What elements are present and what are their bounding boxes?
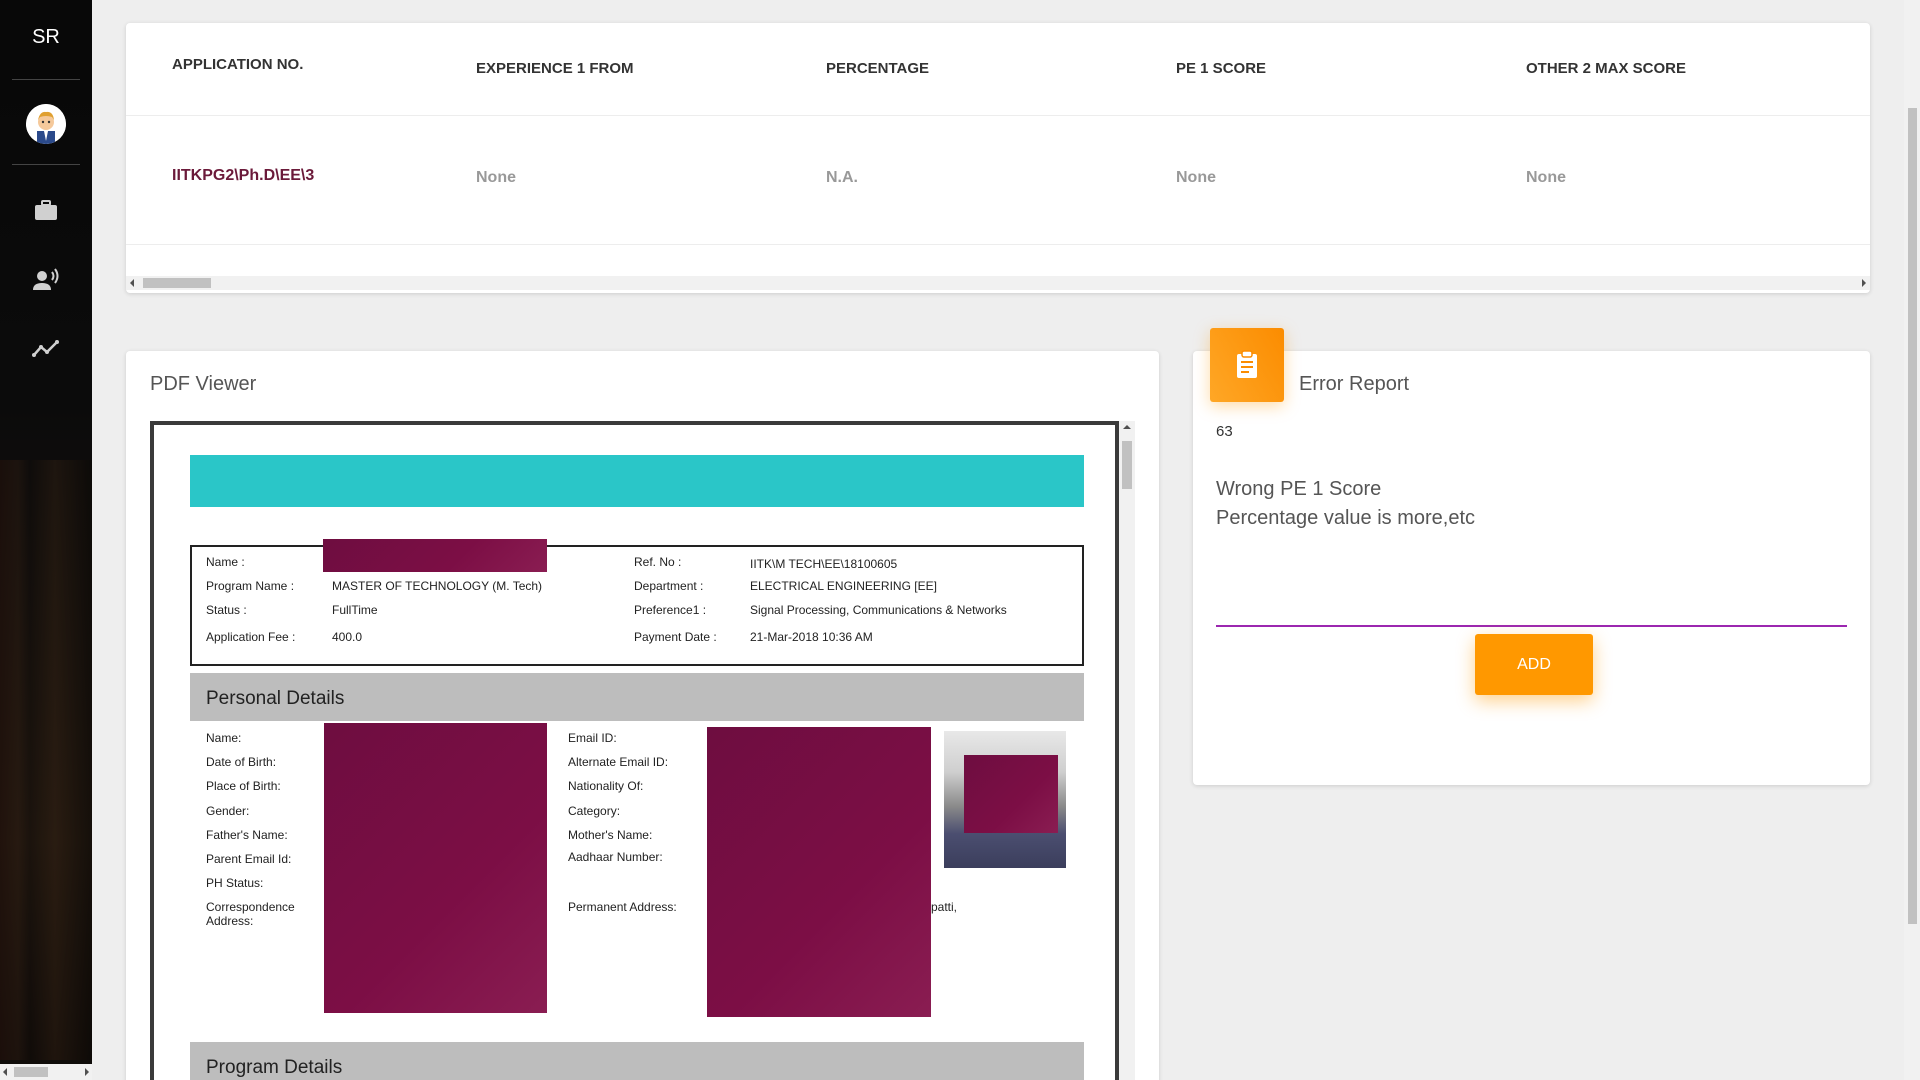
scroll-right-arrow-icon[interactable] (1862, 279, 1866, 287)
personal-label: Alternate Email ID: (568, 755, 669, 769)
error-report-card: Error Report 63 Wrong PE 1 Score Percent… (1193, 328, 1870, 785)
info-dept-label: Department : (634, 579, 704, 593)
personal-label: Nationality Of: (568, 779, 644, 793)
scroll-left-arrow-icon[interactable] (130, 279, 134, 287)
redaction-block (707, 727, 931, 1017)
header-other2-max-score: OTHER 2 MAX SCORE (1526, 60, 1687, 77)
pdf-viewer-title: PDF Viewer (150, 373, 257, 395)
personal-label: Name: (206, 731, 242, 745)
sidebar-scrollbar[interactable] (0, 1064, 92, 1080)
personal-label: Correspondence Address: (206, 900, 295, 928)
cell-percentage: N.A. (826, 169, 858, 186)
info-pref-value: Signal Processing, Communications & Netw… (750, 603, 1007, 617)
cell-other2-max-score: None (1526, 169, 1566, 186)
table-horizontal-scrollbar[interactable] (126, 276, 1870, 290)
info-name-label: Name : (206, 555, 245, 569)
cell-application-no[interactable]: IITKPG2\Ph.D\EE\3 (172, 167, 314, 185)
personal-label: Email ID: (568, 731, 617, 745)
pdf-viewer-card: PDF Viewer Name : Program Name : MASTER … (126, 351, 1159, 1080)
personal-label: Mother's Name: (568, 828, 653, 842)
redaction-block (324, 723, 547, 1013)
section-heading: Personal Details (206, 688, 345, 709)
info-program-label: Program Name : (206, 579, 295, 593)
permanent-address-fragment: patti, (931, 900, 958, 914)
header-experience-1-from: EXPERIENCE 1 FROM (476, 60, 634, 77)
row-divider (126, 244, 1870, 245)
info-paydate-label: Payment Date : (634, 630, 717, 644)
info-status-value: FullTime (332, 603, 378, 617)
pdf-viewer-frame[interactable]: Name : Program Name : MASTER OF TECHNOLO… (150, 421, 1119, 1080)
pdf-vertical-scrollbar[interactable] (1119, 421, 1135, 1080)
personal-label: Place of Birth: (206, 779, 281, 793)
avatar[interactable] (26, 104, 66, 144)
header-divider (126, 115, 1870, 116)
error-report-title: Error Report (1299, 373, 1410, 395)
info-status-label: Status : (206, 603, 247, 617)
personal-label: Aadhaar Number: (568, 850, 663, 864)
pdf-page: Name : Program Name : MASTER OF TECHNOLO… (154, 425, 1115, 1080)
clipboard-icon (1210, 328, 1284, 402)
cell-pe1-score: None (1176, 169, 1216, 186)
header-pe1-score: PE 1 SCORE (1176, 60, 1267, 77)
scrollbar-thumb[interactable] (1122, 441, 1132, 489)
info-fee-value: 400.0 (332, 630, 363, 644)
page-scrollbar-thumb[interactable] (1908, 108, 1917, 924)
error-text-line[interactable]: Wrong PE 1 Score (1216, 478, 1381, 501)
header-application-no: APPLICATION NO. (172, 56, 304, 73)
scrollbar-thumb[interactable] (14, 1067, 48, 1077)
info-pref-label: Preference1 : (634, 603, 707, 617)
avatar-icon (26, 104, 66, 144)
header-percentage: PERCENTAGE (826, 60, 930, 77)
page-scrollbar[interactable] (1904, 0, 1920, 1080)
section-heading: Program Details (206, 1057, 343, 1078)
info-program-value: MASTER OF TECHNOLOGY (M. Tech) (332, 579, 543, 593)
sidebar-logo[interactable]: SR (0, 26, 92, 49)
application-info-box: Name : Program Name : MASTER OF TECHNOLO… (190, 539, 1084, 666)
error-report-id: 63 (1216, 423, 1233, 440)
personal-label: PH Status: (206, 876, 264, 890)
error-input-underline (1216, 625, 1847, 627)
personal-label: Parent Email Id: (206, 852, 292, 866)
applications-table: APPLICATION NO. EXPERIENCE 1 FROM PERCEN… (126, 23, 1870, 293)
section-program-details: Program Details (190, 1042, 1084, 1080)
error-text-line[interactable]: Percentage value is more,etc (1216, 507, 1475, 530)
info-dept-value: ELECTRICAL ENGINEERING [EE] (750, 579, 937, 593)
personal-label: Permanent Address: (568, 900, 677, 914)
pdf-header-bar (190, 455, 1084, 507)
sidebar-divider (12, 164, 80, 165)
sidebar: SR (0, 0, 92, 1080)
cell-experience-1-from: None (476, 169, 516, 186)
personal-label: Gender: (206, 804, 250, 818)
record-voice-icon[interactable] (30, 266, 62, 294)
sidebar-divider (12, 79, 80, 80)
add-button[interactable]: ADD (1475, 634, 1593, 695)
redaction-block (323, 539, 547, 572)
briefcase-icon[interactable] (30, 197, 62, 225)
info-ref-value: IITK\M TECH\EE\18100605 (750, 557, 898, 571)
timeline-icon[interactable] (30, 335, 62, 363)
redaction-block (964, 755, 1058, 833)
info-paydate-value: 21-Mar-2018 10:36 AM (750, 630, 873, 644)
personal-label: Father's Name: (206, 828, 288, 842)
personal-label: Category: (568, 804, 621, 818)
personal-label: Date of Birth: (206, 755, 277, 769)
section-personal-details: Personal Details (190, 673, 1084, 721)
scroll-left-arrow-icon[interactable] (3, 1068, 7, 1076)
info-fee-label: Application Fee : (206, 630, 296, 644)
info-ref-label: Ref. No : (634, 555, 682, 569)
scrollbar-thumb[interactable] (143, 278, 211, 288)
scroll-up-arrow-icon[interactable] (1123, 425, 1131, 429)
scroll-right-arrow-icon[interactable] (85, 1068, 89, 1076)
